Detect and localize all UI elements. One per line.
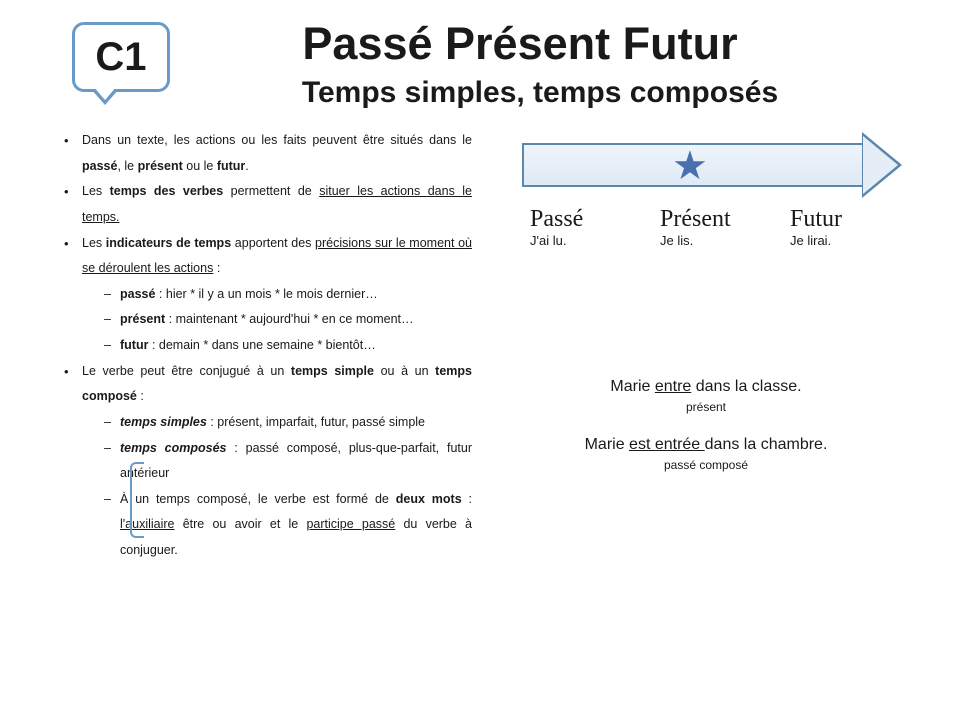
timeline-col-passe: Passé J'ai lu. (530, 206, 660, 248)
bullet-4-1: temps simples : présent, imparfait, futu… (104, 410, 472, 436)
right-column: ★ Passé J'ai lu. Présent Je lis. Futur J… (492, 128, 920, 564)
bullet-4-3: À un temps composé, le verbe est formé d… (104, 487, 472, 564)
page-title: Passé Présent Futur (80, 18, 960, 70)
level-badge: C1 (72, 22, 170, 92)
bullet-3-1: passé : hier * il y a un mois * le mois … (104, 282, 472, 308)
arrow-head-icon (862, 132, 902, 198)
timeline-col-futur: Futur Je lirai. (790, 206, 890, 248)
bullet-2: Les temps des verbes permettent de situe… (60, 179, 472, 230)
examples: Marie entre dans la classe. présent Mari… (492, 378, 920, 472)
bullet-1: Dans un texte, les actions ou les faits … (60, 128, 472, 179)
example-1-tag: présent (492, 400, 920, 414)
header: C1 Passé Présent Futur Temps simples, te… (0, 0, 960, 110)
timeline-labels: Passé J'ai lu. Présent Je lis. Futur Je … (530, 206, 890, 248)
bullet-3-3: futur : demain * dans une semaine * bien… (104, 333, 472, 359)
bullet-4-2: temps composés : passé composé, plus-que… (104, 436, 472, 487)
bullet-3: Les indicateurs de temps apportent des p… (60, 231, 472, 359)
example-2: Marie est entrée dans la chambre. (492, 436, 920, 454)
star-icon: ★ (672, 146, 708, 186)
page-subtitle: Temps simples, temps composés (120, 76, 960, 110)
brace-icon (130, 462, 144, 538)
left-column: Dans un texte, les actions ou les faits … (60, 128, 472, 564)
level-code: C1 (95, 35, 146, 80)
content: Dans un texte, les actions ou les faits … (0, 110, 960, 564)
example-1: Marie entre dans la classe. (492, 378, 920, 396)
bullet-list: Dans un texte, les actions ou les faits … (60, 128, 472, 564)
example-2-tag: passé composé (492, 458, 920, 472)
timeline-col-present: Présent Je lis. (660, 206, 790, 248)
bullet-4: Le verbe peut être conjugué à un temps s… (60, 359, 472, 564)
timeline-arrow: ★ (522, 134, 900, 196)
bullet-3-2: présent : maintenant * aujourd'hui * en … (104, 307, 472, 333)
